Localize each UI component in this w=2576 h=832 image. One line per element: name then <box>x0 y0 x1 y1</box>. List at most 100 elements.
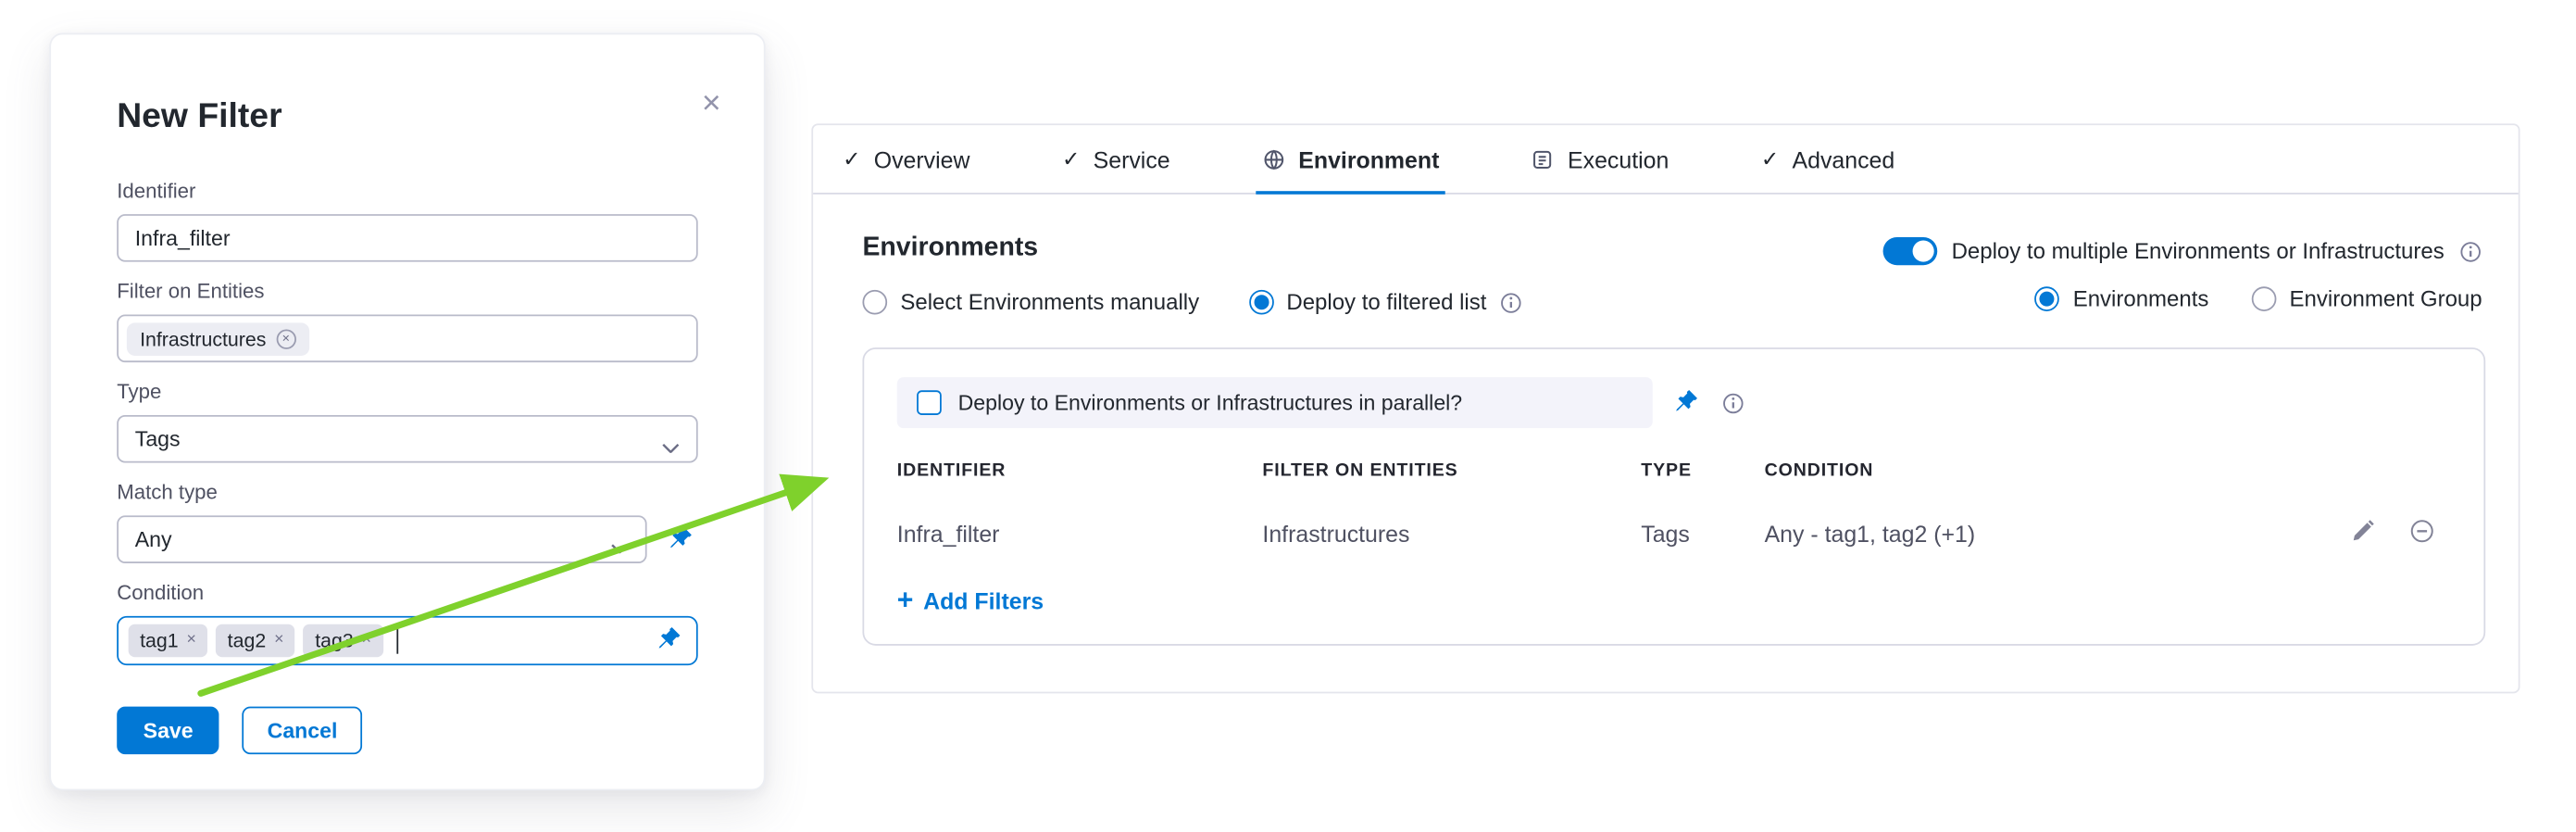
entity-chip-label: Infrastructures <box>140 327 266 350</box>
filter-on-entities-label: Filter on Entities <box>117 280 697 305</box>
radio-label: Environments <box>2073 286 2209 311</box>
info-icon[interactable] <box>1721 391 1744 414</box>
radio-icon <box>862 290 887 315</box>
save-button[interactable]: Save <box>117 707 219 755</box>
remove-filter-button[interactable] <box>2402 514 2442 554</box>
pencil-icon <box>2350 519 2375 548</box>
edit-filter-button[interactable] <box>2343 514 2382 554</box>
condition-tag-chip: tag1 × <box>129 624 208 658</box>
column-header-filter-on-entities: FILTER ON ENTITIES <box>1262 461 1641 481</box>
match-type-select-value: Any <box>135 527 172 552</box>
deploy-parallel-option: Deploy to Environments or Infrastructure… <box>897 377 1653 428</box>
tab-advanced[interactable]: ✓ Advanced <box>1755 125 1902 193</box>
tab-overview[interactable]: ✓ Overview <box>836 125 977 193</box>
radio-icon <box>1248 290 1273 315</box>
execution-tab-icon <box>1532 147 1555 170</box>
deploy-multiple-toggle[interactable] <box>1882 237 1937 265</box>
match-type-select[interactable]: Any <box>117 515 646 563</box>
table-cell-condition: Any - tag1, tag2 (+1) <box>1765 521 2343 547</box>
parallel-pin-button[interactable] <box>1668 384 1704 421</box>
environment-tab-content: Environments Select Environments manuall… <box>813 195 2519 646</box>
pin-icon <box>656 625 681 655</box>
tag-label: tag2 <box>228 629 267 652</box>
match-type-field: Match type Any <box>117 481 697 563</box>
close-button[interactable]: × <box>695 81 728 127</box>
condition-tag-chip: tag3 × <box>304 624 383 658</box>
radio-label: Deploy to filtered list <box>1286 290 1486 315</box>
table-cell-filter-on-entities: Infrastructures <box>1262 521 1641 547</box>
type-label: Type <box>117 381 697 406</box>
add-filters-label: Add Filters <box>923 587 1044 613</box>
parallel-checkbox-label: Deploy to Environments or Infrastructure… <box>958 390 1463 415</box>
condition-tag-chip: tag2 × <box>216 624 295 658</box>
tag-remove-icon[interactable]: × <box>274 633 283 649</box>
tag-remove-icon[interactable]: × <box>187 633 196 649</box>
radio-select-environments-manually[interactable]: Select Environments manually <box>862 290 1199 315</box>
info-icon[interactable] <box>1500 291 1523 314</box>
stage-tabbar: ✓ Overview ✓ Service Environment <box>813 125 2519 195</box>
radio-label: Environment Group <box>2290 286 2482 311</box>
match-type-pin-button[interactable] <box>662 522 698 558</box>
condition-label: Condition <box>117 581 697 606</box>
radio-environment-group[interactable]: Environment Group <box>2252 286 2482 311</box>
radio-deploy-to-filtered-list[interactable]: Deploy to filtered list <box>1248 290 1522 315</box>
minus-circle-icon <box>2409 519 2434 548</box>
tab-service[interactable]: ✓ Service <box>1056 125 1177 193</box>
identifier-input[interactable] <box>117 214 697 262</box>
table-cell-type: Tags <box>1641 521 1764 547</box>
filters-table: IDENTIFIER FILTER ON ENTITIES TYPE CONDI… <box>897 461 2451 554</box>
stage-configuration-panel: ✓ Overview ✓ Service Environment <box>811 123 2520 693</box>
match-type-label: Match type <box>117 481 697 506</box>
filter-on-entities-field: Filter on Entities Infrastructures × <box>117 280 697 362</box>
pin-icon <box>668 524 693 554</box>
plus-icon: + <box>897 586 914 614</box>
tab-label: Execution <box>1568 145 1669 171</box>
add-filters-button[interactable]: + Add Filters <box>897 586 1044 614</box>
radio-label: Select Environments manually <box>900 290 1199 315</box>
environment-filters-card: Deploy to Environments or Infrastructure… <box>862 347 2485 646</box>
environments-left-header: Environments Select Environments manuall… <box>862 233 1522 314</box>
modal-title: New Filter <box>117 97 697 137</box>
cancel-button[interactable]: Cancel <box>243 707 362 755</box>
tag-label: tag3 <box>315 629 354 652</box>
tag-remove-icon[interactable]: × <box>362 633 371 649</box>
identifier-label: Identifier <box>117 180 697 205</box>
text-cursor <box>396 628 398 653</box>
tag-label: tag1 <box>140 629 179 652</box>
check-icon: ✓ <box>1761 145 1779 171</box>
filter-on-entities-input[interactable]: Infrastructures × <box>117 315 697 363</box>
column-header-identifier: IDENTIFIER <box>897 461 1263 481</box>
check-icon: ✓ <box>843 145 860 171</box>
tab-label: Service <box>1094 145 1170 171</box>
parallel-checkbox[interactable] <box>917 390 942 415</box>
pin-icon <box>1673 388 1698 418</box>
tab-label: Overview <box>874 145 970 171</box>
tab-label: Environment <box>1298 145 1439 171</box>
info-icon[interactable] <box>2459 240 2482 263</box>
radio-icon <box>2252 286 2277 311</box>
check-icon: ✓ <box>1062 145 1080 171</box>
column-header-type: TYPE <box>1641 461 1764 481</box>
entity-chip: Infrastructures × <box>127 322 309 356</box>
type-field: Type Tags <box>117 381 697 463</box>
chevron-down-icon <box>610 534 629 545</box>
column-header-condition: CONDITION <box>1765 461 2343 481</box>
environments-heading: Environments <box>862 233 1522 263</box>
condition-field: Condition tag1 × tag2 × tag3 × <box>117 581 697 665</box>
new-filter-modal: × New Filter Identifier Filter on Entiti… <box>49 33 765 791</box>
identifier-field: Identifier <box>117 180 697 262</box>
radio-environments[interactable]: Environments <box>2035 286 2209 311</box>
close-icon: × <box>702 85 721 121</box>
type-select[interactable]: Tags <box>117 415 697 463</box>
chip-remove-glyph: × <box>282 332 290 345</box>
chip-remove-icon[interactable]: × <box>276 329 295 348</box>
environment-tab-icon <box>1262 147 1285 170</box>
tab-label: Advanced <box>1793 145 1895 171</box>
toggle-label: Deploy to multiple Environments or Infra… <box>1952 239 2445 264</box>
condition-pin-button[interactable] <box>650 623 686 659</box>
screenshot-canvas: × New Filter Identifier Filter on Entiti… <box>0 0 2576 832</box>
environments-right-header: Deploy to multiple Environments or Infra… <box>1882 233 2482 311</box>
condition-input[interactable]: tag1 × tag2 × tag3 × <box>117 616 697 665</box>
tab-environment[interactable]: Environment <box>1256 125 1445 193</box>
tab-execution[interactable]: Execution <box>1525 125 1676 193</box>
